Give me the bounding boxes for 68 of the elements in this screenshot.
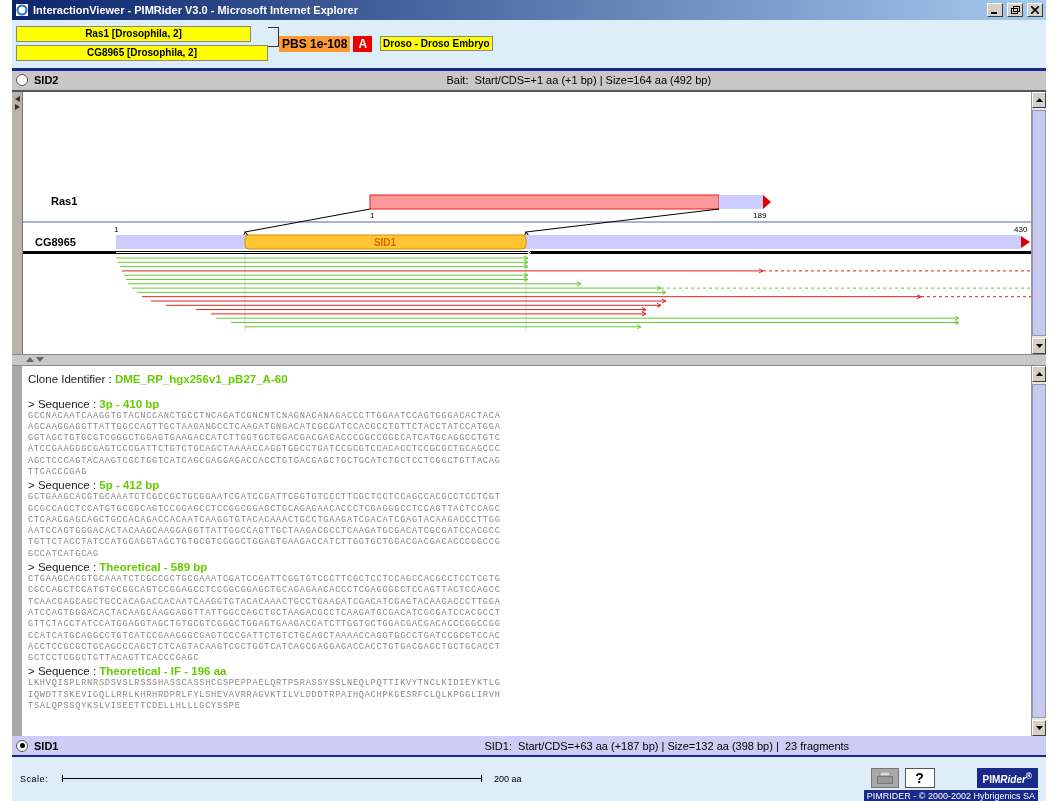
- sequence-line: TSALQPSSQYKSLVISEETTCDELLHLLLGCYSSPE: [28, 701, 242, 713]
- grade-badge: A: [353, 35, 373, 52]
- sequence-line: GCTGAAGCACGTGCAAATCTCGCCGCTGCGGAATCGATCCGATTCGGTGTCCCTTCGCTCCTCCAGCCACGCCTCCTCGT: [28, 492, 502, 504]
- clone-identifier: Clone Identifier : DME_RP_hgx256v1_pB27_A-60: [28, 371, 289, 386]
- sequence-line: CTGAAGCACGTGCAAATCTCGCCGCTGCGAAATCGATCCGATTCGGTGTCCCTTCGCTCCTCCAGCCACGCCTCCTCGTG: [28, 574, 502, 586]
- sid-label: SID1: [34, 739, 59, 752]
- sequence-heading: > Sequence : 5p - 412 bp: [28, 478, 161, 493]
- splitter-arrows-icon[interactable]: [26, 357, 44, 362]
- up-arrow-icon: [1035, 97, 1043, 102]
- scale-bar-icon: [62, 775, 482, 783]
- sequence-line: TCAACGAGCAGCTGCCACAGACCACAATCAAGGTGTACACAAACTGCCTGAAGATCGACATCGAGTACAAGACCCTTGGA: [28, 596, 502, 608]
- protein-label[interactable]: Ras1 [Drosophila, 2]: [16, 26, 251, 43]
- sequence-line: LKHVQISPLRNRSDSVSLRSSSHASSCASSHCGSPEPPAELQRTPSRASSYSSLNEQLPQTTIKVYTNCLKIDIEYKTLG: [28, 678, 502, 690]
- prey-name: CG8965: [35, 235, 76, 248]
- printer-icon: [876, 772, 893, 784]
- maximize-button[interactable]: [1007, 3, 1023, 17]
- sid-info: SID1: Start/CDS=+63 aa (+187 bp) | Size=132 aa (398 bp) | 23 fragments: [484, 739, 850, 752]
- library-label: Droso - Droso Embryo: [380, 36, 493, 52]
- scale-label: Scale:: [20, 774, 48, 784]
- sequence-line: ACCTCCGCGCTGCAGCCCAGCTCTCAGTACAAGTCGCTGGTCATCAGCGAGGAGACCACCTGTGACGAGCTGCTGCACCT: [28, 641, 502, 654]
- sequence-line: CGCCAGCTCCATGTGCGGCAGTCCGGAGCCTCCGGCGGAGCTGCAGAGAACACCCTCGAGGGCCTCCAGTTACTCCAGCC: [28, 585, 502, 597]
- sequence-line: GCTCCTCGGCTGTTACAGTTCACCCGAGC: [28, 653, 201, 665]
- copyright: PIMRIDER - © 2000-2002 Hybrigenics SA: [863, 790, 1038, 801]
- sequence-line: IQWDTTSKEVIGQLLRRLKHRHRDPRLFYLSHEVAVRRAGVKTILVLDDDTRPAIHQACHPKGESRFCLQLKPGGLIRVH: [28, 689, 502, 702]
- bait-end: 189: [753, 210, 767, 220]
- scale-value: 200 aa: [494, 774, 522, 784]
- help-button[interactable]: ?: [904, 768, 935, 788]
- sequence-line: AGCAAGGAGGTTATTGGCCAGTTGCTAAGANGCCTCAAGATGNGACATCGCGATCCACGCCTGTTCTACCTATCCATGGA: [28, 421, 502, 434]
- prey-end: 430: [1014, 224, 1028, 234]
- domain-label: SID1: [373, 236, 397, 248]
- sequence-line: ATCCAGTGGGACACTACAAGCAAGGAGGTTATTGGCCAGCTGCTAAGACGCCTCAAGATGCGACATCGCGATCCACGCCT: [28, 607, 502, 620]
- up-arrow-icon: [1035, 371, 1043, 376]
- logo: PIMRider$^{®}$: [976, 767, 1038, 789]
- sequence-line: AGCTCCCAGTACAAGTCGCTGGTCATCAGCGAGGAGACCACCTGTGACGAGCTGCTGCATCTGCTCCTCGGCTGTTACAG: [28, 455, 502, 467]
- sequence-line: TTCACCCGAG: [28, 467, 89, 479]
- sequence-line: GCGCCAGCTCCATGTGCGGCAGTCCGGAGCCTCCGGCGGAGCTGCAGAGAACACCCTCGAGGGCCTCCAGTTACTCCAGC: [28, 503, 502, 515]
- scrollbar[interactable]: [1031, 91, 1046, 354]
- collapse-arrows-icon[interactable]: [14, 95, 20, 110]
- bait-info: Bait: Start/CDS=+1 aa (+1 bp) | Size=164 aa (492 bp): [446, 74, 712, 87]
- minimize-button[interactable]: [987, 3, 1003, 17]
- sequence-line: GGTAGCTGTGCGTCGGGCTGGAGTGAAGACCATCTTGGTGCTGGACGACGACACCCGGCCGGCCATCATGCAGGCCTGTC: [28, 433, 502, 445]
- sequence-line: ATCCGAAGGGCGAGTCCCGATTCTGTCTGCAGCTAAAACCAGGTGGCCTGATCCGCGTCCACACCTCCGCGCTGCAGCCC: [28, 444, 502, 456]
- radio-button[interactable]: [16, 74, 28, 87]
- sequence-line: CCATCATGCAGGCCTGTCATCCGAAGGGCGAGTCCCGATTCTGTCTGCAGCTAAAACCAGGTGGCCTGATCCGCGTCCAC: [28, 630, 502, 642]
- bait-name: Ras1: [51, 194, 78, 207]
- bait-start: 1: [370, 210, 375, 220]
- down-arrow-icon: [1035, 726, 1043, 730]
- sequence-heading: > Sequence : Theoretical - 589 bp: [28, 560, 209, 575]
- close-icon: [1031, 6, 1039, 14]
- window-title: InteractionViewer - PIMRider V3.0 - Microsoft Internet Explorer: [33, 4, 359, 16]
- scrollbar[interactable]: [1031, 365, 1046, 736]
- sequence-line: GCCATCATGCAG: [28, 548, 100, 561]
- sequence-line: GTTCTACCTATCCATGGAGGTAGCTGTGCGTCGGGCTGGAGTGAAGACCATCTTGGTGCTGGACGACGACACCCGGCCGG: [28, 619, 502, 631]
- radio-button[interactable]: [16, 739, 28, 752]
- sid-label: SID2: [34, 74, 59, 87]
- score-label: PBS 1e-108: [279, 35, 351, 52]
- protein-label[interactable]: CG8965 [Drosophila, 2]: [16, 45, 268, 62]
- browser-icon: [15, 3, 29, 17]
- close-button[interactable]: [1027, 3, 1043, 17]
- sequence-heading: > Sequence : Theoretical - IF - 196 aa: [28, 664, 228, 679]
- prey-start: 1: [114, 224, 119, 234]
- sequence-line: TGTTCTACCTATCCATGGAGGTAGCTGTGCGTCGGGCTGGAGTGAAGACCATCTTGGTGCTGGACGACGACACCCGGCCG: [28, 537, 502, 549]
- sequence-line: CTCAACGAGCAGCTGCCACAGACCACAATCAAGGTGTACACAAACTGCCTGAAGATCGACATCGAGTACAAGACCCTTGG: [28, 514, 502, 527]
- restore-icon: [1010, 6, 1020, 14]
- sequence-line: AATCCAGTGGGACACTACAAGCAAGGAGGTTATTGGCCAGTTGCTAAGACGCCTCAAGATGCGACATCGCGATCCACGCC: [28, 526, 502, 538]
- sequence-line: GCCNACAATCAAGGTGTACNCCANCTGCCTNCAGATCGNCNTCNAGNACANAGACCCTTGGAATCCAGTGGGACACTACA: [28, 410, 502, 422]
- down-arrow-icon: [1035, 343, 1043, 348]
- sequence-heading: > Sequence : 3p - 410 bp: [28, 396, 161, 411]
